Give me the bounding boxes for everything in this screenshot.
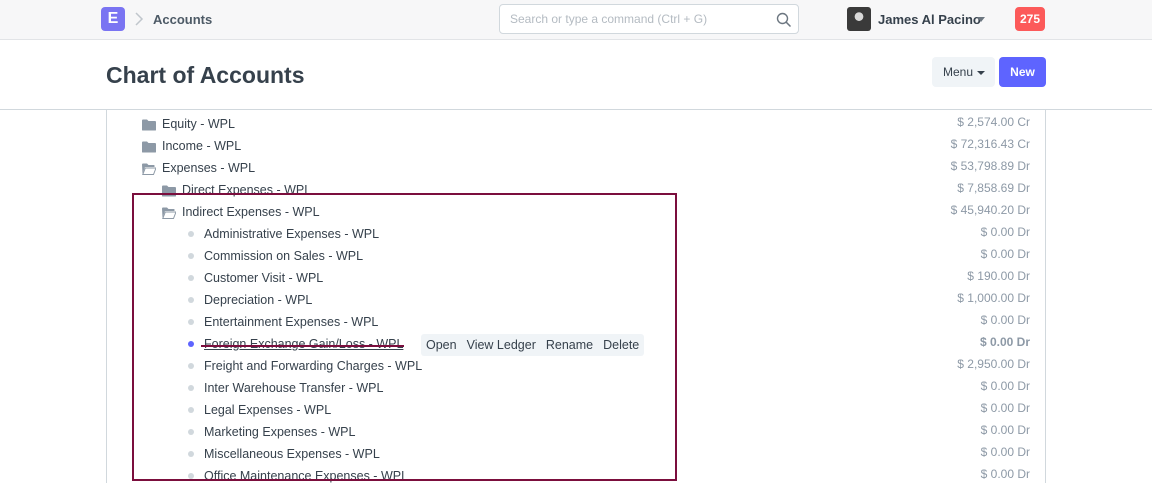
account-balance: $ 0.00 Dr [979, 335, 1030, 349]
account-balance: $ 0.00 Dr [980, 247, 1030, 261]
tree-node-leaf[interactable]: Commission on Sales - WPL $ 0.00 Dr [107, 247, 1045, 269]
folder-open-icon[interactable] [162, 207, 176, 219]
tree-node-label[interactable]: Inter Warehouse Transfer - WPL [204, 381, 383, 395]
leaf-bullet-icon [188, 231, 194, 237]
account-balance: $ 190.00 Dr [967, 269, 1030, 283]
tree-node-leaf[interactable]: Legal Expenses - WPL $ 0.00 Dr [107, 401, 1045, 423]
menu-button[interactable]: Menu [932, 57, 995, 87]
folder-open-icon[interactable] [142, 163, 156, 175]
app-logo[interactable]: E [101, 7, 125, 31]
tree-node-label[interactable]: Commission on Sales - WPL [204, 249, 363, 263]
leaf-bullet-icon [188, 385, 194, 391]
tree-node-leaf[interactable]: Marketing Expenses - WPL $ 0.00 Dr [107, 423, 1045, 445]
leaf-bullet-icon [188, 297, 194, 303]
tree-node-label[interactable]: Income - WPL [162, 139, 241, 153]
tree-node-leaf[interactable]: Depreciation - WPL $ 1,000.00 Dr [107, 291, 1045, 313]
caret-down-icon[interactable] [977, 17, 985, 22]
account-balance: $ 0.00 Dr [980, 401, 1030, 415]
tree-node-indirect-expenses[interactable]: Indirect Expenses - WPL $ 45,940.20 Dr [107, 203, 1045, 225]
leaf-bullet-icon [188, 319, 194, 325]
tree-node-direct-expenses[interactable]: Direct Expenses - WPL $ 7,858.69 Dr [107, 181, 1045, 203]
account-balance: $ 2,574.00 Cr [957, 115, 1030, 129]
folder-icon[interactable] [142, 119, 156, 131]
leaf-bullet-icon [188, 473, 194, 479]
tree-node-equity[interactable]: Equity - WPL $ 2,574.00 Cr [107, 115, 1045, 137]
tree-node-expenses[interactable]: Expenses - WPL $ 53,798.89 Dr [107, 159, 1045, 181]
leaf-bullet-icon [188, 363, 194, 369]
search-input[interactable] [500, 5, 760, 33]
caret-down-icon[interactable] [977, 71, 985, 75]
tree-node-label[interactable]: Marketing Expenses - WPL [204, 425, 355, 439]
leaf-bullet-icon [188, 275, 194, 281]
tree-node-leaf[interactable]: Freight and Forwarding Charges - WPL $ 2… [107, 357, 1045, 379]
rename-button[interactable]: Rename [541, 334, 598, 356]
node-action-toolbar: Open View Ledger Rename Delete [421, 334, 645, 356]
account-balance: $ 72,316.43 Cr [950, 137, 1030, 151]
tree-node-leaf[interactable]: Entertainment Expenses - WPL $ 0.00 Dr [107, 313, 1045, 335]
account-balance: $ 0.00 Dr [980, 379, 1030, 393]
tree-node-label[interactable]: Freight and Forwarding Charges - WPL [204, 359, 422, 373]
account-balance: $ 0.00 Dr [980, 445, 1030, 459]
tree-node-label[interactable]: Depreciation - WPL [204, 293, 312, 307]
tree-node-label[interactable]: Customer Visit - WPL [204, 271, 323, 285]
chevron-right-icon [135, 12, 144, 26]
open-button[interactable]: Open [421, 334, 462, 356]
tree-node-label[interactable]: Equity - WPL [162, 117, 235, 131]
new-button[interactable]: New [999, 57, 1046, 87]
folder-icon[interactable] [142, 141, 156, 153]
notification-badge[interactable]: 275 [1015, 7, 1045, 31]
page-head: Chart of Accounts Menu New [0, 40, 1152, 110]
tree-node-label[interactable]: Entertainment Expenses - WPL [204, 315, 378, 329]
view-ledger-button[interactable]: View Ledger [462, 334, 541, 356]
account-balance: $ 53,798.89 Dr [950, 159, 1030, 173]
tree-node-label[interactable]: Office Maintenance Expenses - WPL [204, 469, 408, 483]
account-balance: $ 0.00 Dr [980, 467, 1030, 481]
search-icon[interactable] [776, 12, 792, 28]
tree-node-label[interactable]: Administrative Expenses - WPL [204, 227, 379, 241]
navbar: E Accounts James Al Pacino 275 [0, 0, 1152, 40]
delete-button[interactable]: Delete [598, 334, 644, 356]
tree-node-label[interactable]: Direct Expenses - WPL [182, 183, 311, 197]
account-balance: $ 0.00 Dr [980, 225, 1030, 239]
tree-node-leaf[interactable]: Administrative Expenses - WPL $ 0.00 Dr [107, 225, 1045, 247]
account-balance: $ 0.00 Dr [980, 423, 1030, 437]
folder-icon[interactable] [162, 185, 176, 197]
account-balance: $ 1,000.00 Dr [957, 291, 1030, 305]
breadcrumb-accounts[interactable]: Accounts [153, 12, 212, 27]
tree-node-leaf[interactable]: Inter Warehouse Transfer - WPL $ 0.00 Dr [107, 379, 1045, 401]
tree-node-label[interactable]: Miscellaneous Expenses - WPL [204, 447, 380, 461]
leaf-bullet-icon [188, 341, 194, 347]
tree-node-label[interactable]: Indirect Expenses - WPL [182, 205, 320, 219]
page-title: Chart of Accounts [106, 62, 305, 88]
leaf-bullet-icon [188, 407, 194, 413]
account-balance: $ 7,858.69 Dr [957, 181, 1030, 195]
chart-of-accounts-tree: Equity - WPL $ 2,574.00 Cr Income - WPL … [106, 110, 1046, 483]
account-balance: $ 0.00 Dr [980, 313, 1030, 327]
leaf-bullet-icon [188, 451, 194, 457]
tree-node-label[interactable]: Legal Expenses - WPL [204, 403, 331, 417]
leaf-bullet-icon [188, 253, 194, 259]
tree-node-leaf[interactable]: Office Maintenance Expenses - WPL $ 0.00… [107, 467, 1045, 483]
leaf-bullet-icon [188, 429, 194, 435]
tree-node-label[interactable]: Expenses - WPL [162, 161, 255, 175]
tree-node-label[interactable]: Foreign Exchange Gain/Loss - WPL [204, 337, 403, 351]
account-balance: $ 2,950.00 Dr [957, 357, 1030, 371]
tree-node-leaf[interactable]: Customer Visit - WPL $ 190.00 Dr [107, 269, 1045, 291]
user-name[interactable]: James Al Pacino [878, 12, 981, 27]
user-avatar[interactable] [847, 7, 871, 31]
awesome-bar[interactable] [499, 4, 799, 34]
account-balance: $ 45,940.20 Dr [950, 203, 1030, 217]
tree-node-income[interactable]: Income - WPL $ 72,316.43 Cr [107, 137, 1045, 159]
highlight-underline [201, 345, 404, 347]
tree-node-leaf[interactable]: Miscellaneous Expenses - WPL $ 0.00 Dr [107, 445, 1045, 467]
